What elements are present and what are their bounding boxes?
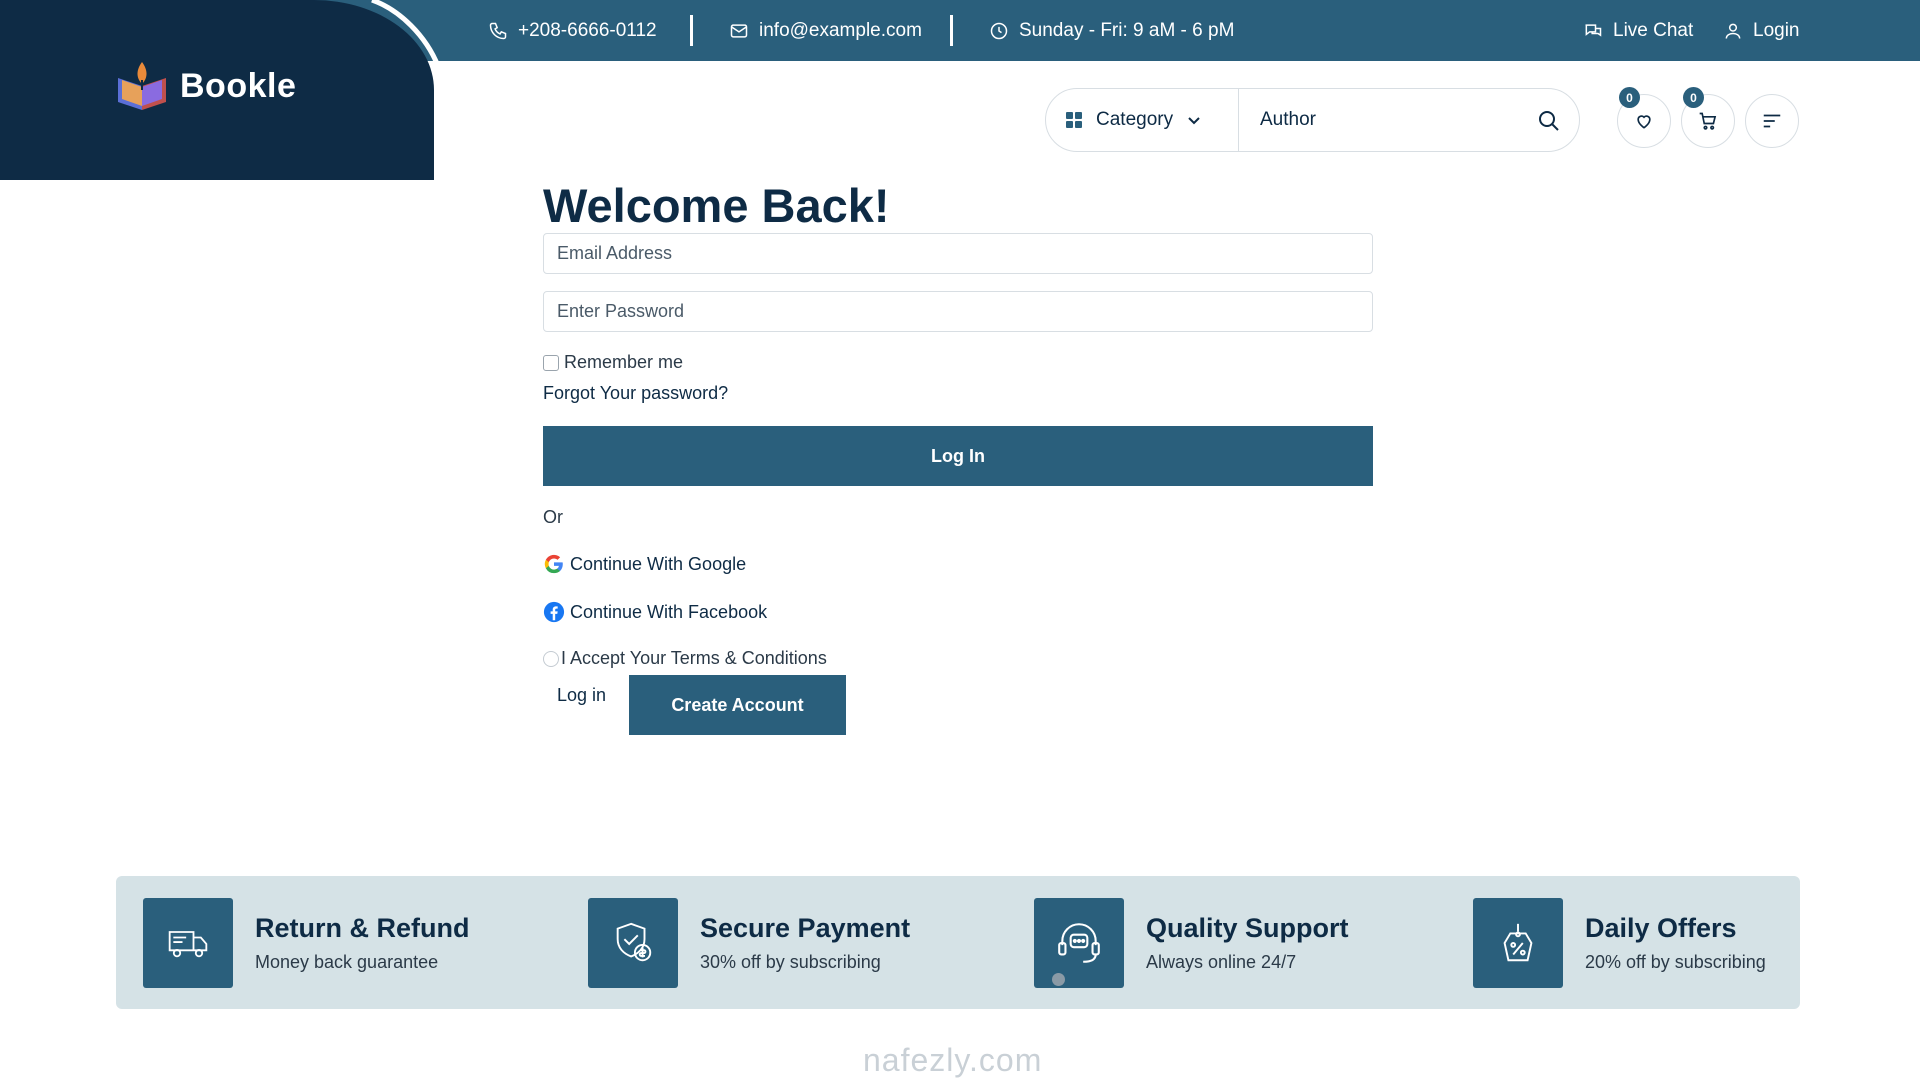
heart-icon [1637,115,1651,129]
email-contact[interactable]: info@example.com [729,0,922,61]
feature-title: Daily Offers [1585,913,1737,943]
terms-label: I Accept Your Terms & Conditions [561,648,827,668]
feature-return-refund: Return & Refund Money back guarantee [143,898,469,988]
log-in-button[interactable]: Log In [543,426,1373,486]
feature-subtitle: 20% off by subscribing [1585,952,1766,972]
wishlist-count-badge: 0 [1619,87,1640,108]
carousel-dot[interactable] [1052,973,1065,986]
book-logo-icon [118,62,166,110]
feature-daily-offers: Daily Offers 20% off by subscribing [1473,898,1766,988]
email-text: info@example.com [759,19,922,41]
discount-tag-icon [1473,898,1563,988]
topbar-divider [690,15,693,46]
google-login-label: Continue With Google [570,553,747,574]
feature-subtitle: 30% off by subscribing [700,952,881,972]
create-account-button[interactable]: Create Account [629,675,846,735]
hours-text: Sunday - Fri: 9 aM - 6 pM [1019,19,1235,41]
category-label: Category [1096,109,1174,130]
facebook-login-label: Continue With Facebook [570,601,768,622]
feature-secure-payment: Secure Payment 30% off by subscribing [588,898,910,988]
headset-icon [1034,898,1124,988]
terms-radio[interactable] [543,650,559,667]
search-icon[interactable] [1537,109,1561,133]
shield-payment-icon [588,898,678,988]
facebook-icon [543,601,565,623]
log-in-link[interactable]: Log in [557,685,606,706]
google-login-link[interactable]: Continue With Google [543,553,746,575]
terms-row[interactable]: I Accept Your Terms & Conditions [543,648,827,669]
chevron-down-icon [1188,117,1200,125]
author-search-input[interactable]: Author [1239,89,1579,151]
business-hours: Sunday - Fri: 9 aM - 6 pM [989,0,1234,61]
header-search-bar: Category Author [1045,88,1580,152]
feature-subtitle: Money back guarantee [255,952,439,972]
page-title: Welcome Back! [543,179,890,232]
user-icon [1725,23,1741,39]
remember-me-row[interactable]: Remember me [543,352,683,373]
login-link[interactable]: Login [1723,0,1800,61]
brand-logo[interactable]: Bookle [114,58,296,114]
cart-count-badge: 0 [1683,87,1704,108]
phone-icon [489,22,507,39]
watermark-text: nafezly.com [863,1042,1043,1078]
cart-icon [1699,112,1717,130]
live-chat-link[interactable]: Live Chat [1583,0,1693,61]
phone-contact[interactable]: +208-6666-0112 [488,0,657,61]
or-separator: Or [543,507,563,527]
google-icon [544,554,563,574]
author-value: Author [1260,109,1316,130]
feature-title: Secure Payment [700,913,911,943]
topbar-divider [950,15,953,46]
login-text: Login [1753,19,1800,41]
mail-icon [730,23,748,38]
phone-text: +208-6666-0112 [518,19,657,41]
logo-curve-decoration [371,0,441,67]
remember-me-checkbox[interactable] [543,354,559,371]
remember-me-label: Remember me [564,352,684,372]
brand-name: Bookle [180,66,297,105]
clock-icon [990,22,1008,39]
menu-button[interactable] [1745,94,1799,148]
grid-icon [1066,112,1082,128]
feature-subtitle: Always online 24/7 [1146,952,1297,972]
wishlist-button[interactable]: 0 [1617,87,1671,148]
feature-quality-support: Quality Support Always online 24/7 [1034,898,1349,988]
truck-icon [143,898,233,988]
menu-lines-icon [1763,114,1781,128]
facebook-login-link[interactable]: Continue With Facebook [543,601,767,623]
forgot-password-link[interactable]: Forgot Your password? [543,383,728,404]
features-strip: Return & Refund Money back guarantee Sec… [116,876,1800,1009]
chat-icon [1585,23,1602,37]
cart-button[interactable]: 0 [1681,87,1735,148]
feature-title: Quality Support [1146,913,1349,943]
logo-panel: Bookle [0,0,434,180]
feature-title: Return & Refund [255,913,470,943]
category-dropdown[interactable]: Category [1046,89,1239,151]
password-field[interactable] [543,291,1373,332]
live-chat-text: Live Chat [1613,19,1694,41]
email-field[interactable] [543,233,1373,274]
